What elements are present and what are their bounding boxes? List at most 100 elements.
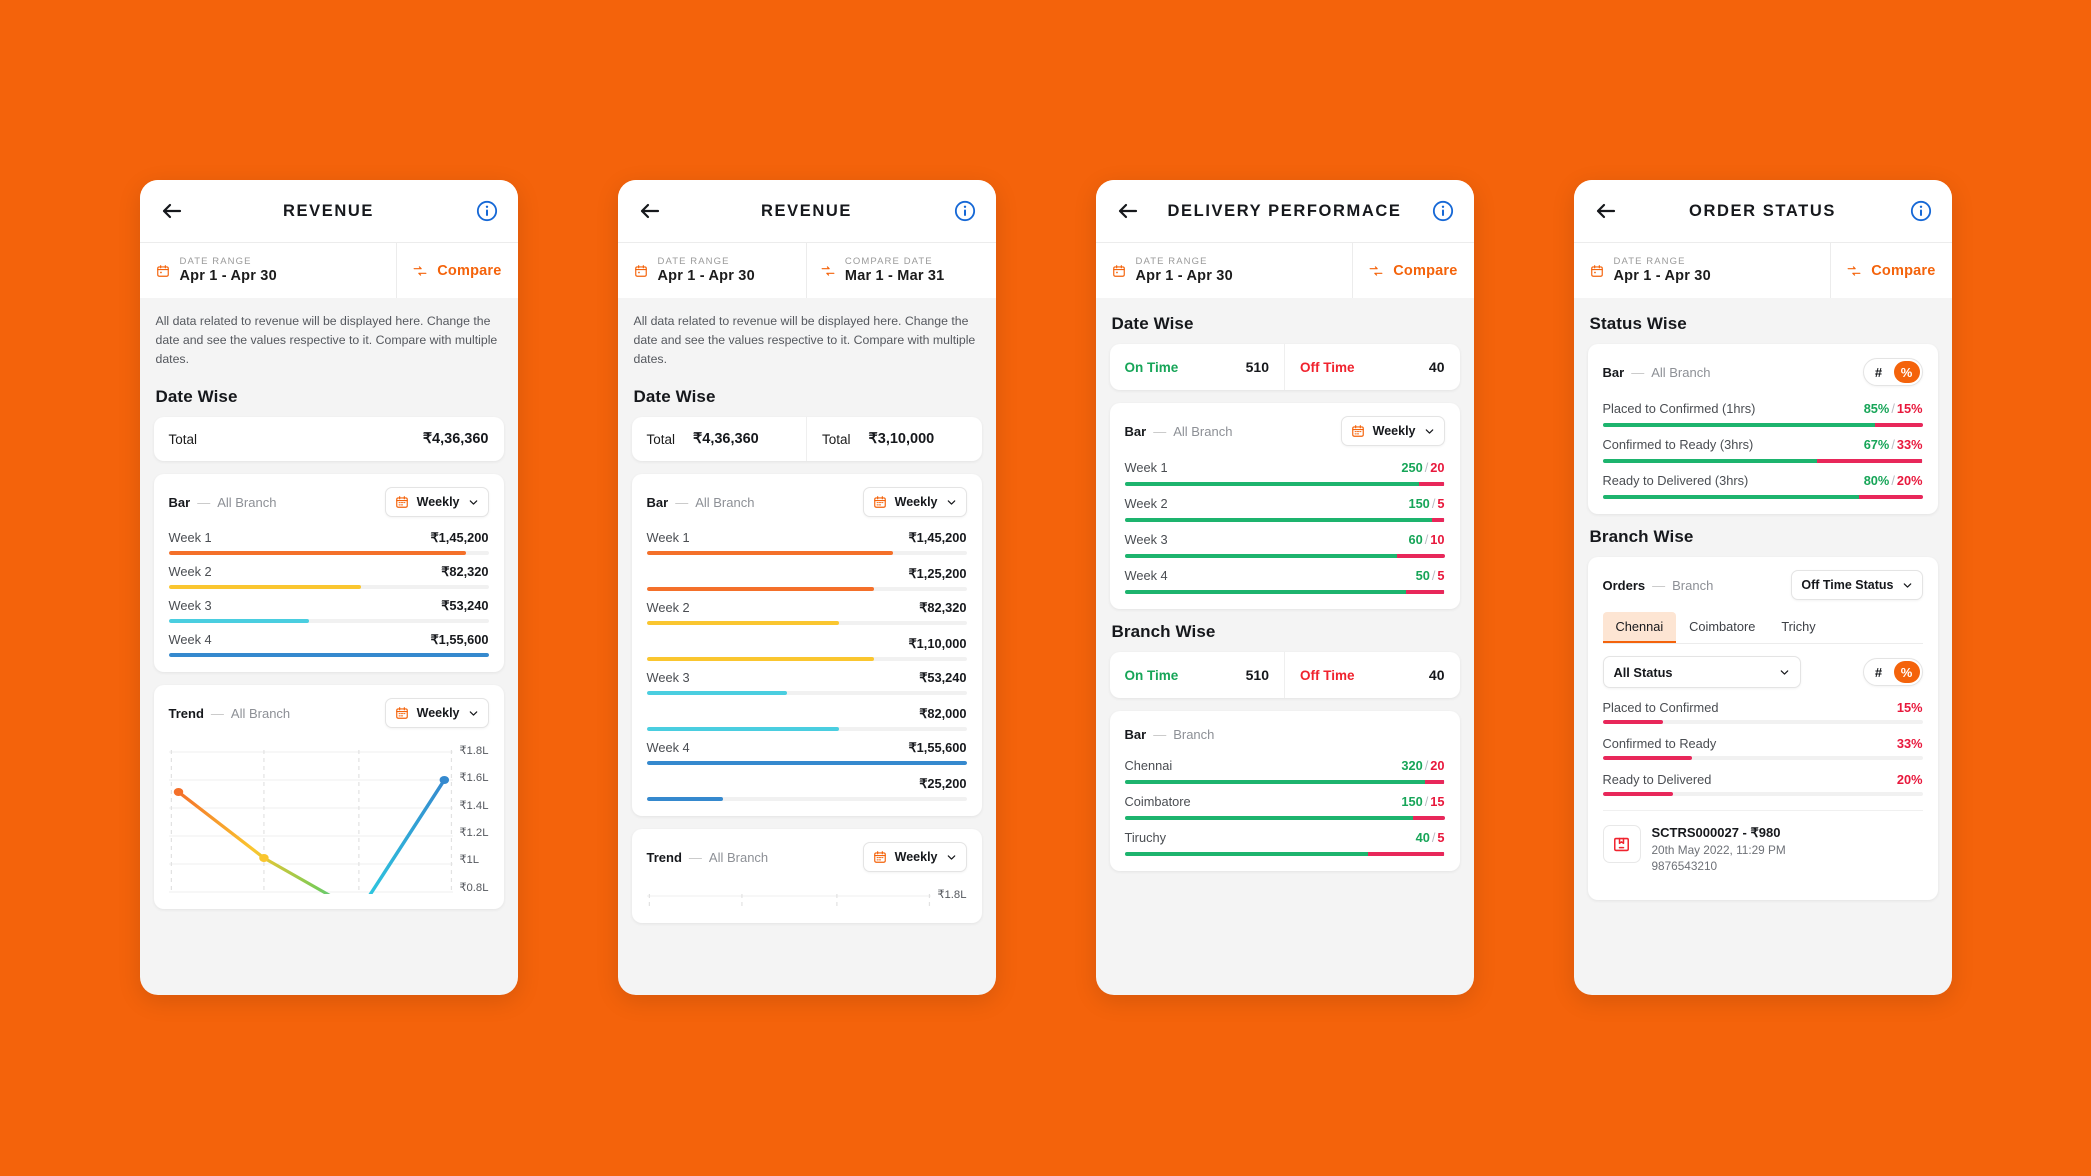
date-range-label: DATE RANGE <box>179 255 252 267</box>
bar-value: ₹1,45,200 <box>430 530 489 546</box>
bar-label: Chennai <box>1124 758 1173 773</box>
date-bar: DATE RANGE Apr 1 - Apr 30 Compare <box>1095 242 1474 298</box>
bar-row: Week 2 ₹82,320 <box>168 555 489 590</box>
info-icon[interactable] <box>1432 200 1454 222</box>
bar-track <box>1602 720 1923 724</box>
description-text: All data related to revenue will be disp… <box>155 314 498 367</box>
total-value: ₹4,36,360 <box>693 431 759 448</box>
toggle-percent-option[interactable]: % <box>1893 661 1920 683</box>
order-list-item[interactable]: SCTRS000027 - ₹980 20th May 2022, 11:29 … <box>1602 810 1923 885</box>
date-range-selector[interactable]: DATE RANGE Apr 1 - Apr 30 <box>1574 243 1831 298</box>
compare-button[interactable]: Compare <box>1830 243 1951 298</box>
on-time-fill <box>1124 554 1397 558</box>
off-time-value: 5 <box>1437 830 1445 845</box>
count-percent-toggle[interactable]: # % <box>1862 358 1923 386</box>
bar-card-scope: All Branch <box>217 494 277 510</box>
on-time-percent: 67% <box>1863 437 1890 452</box>
status-card-scope: All Branch <box>1651 364 1711 380</box>
tab-chennai[interactable]: Chennai <box>1602 612 1677 643</box>
date-range-selector[interactable]: DATE RANGE Apr 1 - Apr 30 <box>140 243 397 298</box>
section-title-date-wise: Date Wise <box>1111 314 1194 333</box>
bar-value: ₹82,320 <box>441 564 489 580</box>
off-time-fill <box>1396 554 1445 558</box>
off-time-fill <box>1816 459 1923 463</box>
off-time-value: 20 <box>1430 460 1445 475</box>
on-time-fill <box>1124 482 1419 486</box>
info-icon[interactable] <box>954 200 976 222</box>
toggle-hash-option[interactable]: # <box>1866 361 1892 383</box>
bar-card-title: Bar <box>1124 423 1147 439</box>
calendar-icon <box>1351 425 1364 437</box>
status-filter-dropdown[interactable]: Off Time Status <box>1791 570 1923 600</box>
calendar-icon <box>873 496 886 508</box>
value-separator: / <box>1891 401 1895 416</box>
bar-label: Week 4 <box>168 632 212 648</box>
branch-tabs: Chennai Coimbatore Trichy <box>1602 612 1923 644</box>
off-time-percent: 15% <box>1896 401 1923 416</box>
compare-arrows-icon <box>1369 265 1383 276</box>
compare-bar-value: ₹1,10,000 <box>908 636 967 652</box>
trend-plot-area <box>168 744 454 895</box>
on-time-value: 150 <box>1408 496 1430 511</box>
bar-row: Week 4 ₹1,55,600 ₹25,200 <box>646 731 967 802</box>
tab-coimbatore[interactable]: Coimbatore <box>1676 612 1768 643</box>
chevron-down-icon <box>1903 582 1911 588</box>
toggle-hash-option[interactable]: # <box>1866 661 1892 683</box>
section-title-branch-wise: Branch Wise <box>1589 527 1694 546</box>
period-dropdown[interactable]: Weekly <box>862 842 967 873</box>
compare-date-value: Mar 1 - Mar 31 <box>844 267 945 284</box>
toggle-percent-option[interactable]: % <box>1893 361 1920 383</box>
orders-card-scope: Branch <box>1672 577 1714 593</box>
bar-fill <box>168 653 489 658</box>
tab-trichy[interactable]: Trichy <box>1768 612 1828 643</box>
back-arrow-icon[interactable] <box>638 199 662 223</box>
back-arrow-icon[interactable] <box>160 199 184 223</box>
period-dropdown[interactable]: Weekly <box>862 487 967 518</box>
period-dropdown[interactable]: Weekly <box>1340 416 1445 446</box>
bar-track <box>168 585 489 590</box>
back-arrow-icon[interactable] <box>1116 199 1140 223</box>
compare-date-selector[interactable]: COMPARE DATE Mar 1 - Mar 31 <box>805 243 996 298</box>
branch-summary-card: On Time 510 Off Time 40 <box>1109 652 1460 698</box>
compare-bar-fill <box>646 797 724 802</box>
compare-button[interactable]: Compare <box>1352 243 1473 298</box>
total-label: Total <box>168 431 198 447</box>
page-title: REVENUE <box>761 201 852 220</box>
info-icon[interactable] <box>1910 200 1932 222</box>
bar-fill <box>168 551 467 556</box>
count-percent-toggle[interactable]: # % <box>1862 658 1923 686</box>
total-card: Total ₹4,36,360 <box>153 417 504 462</box>
total-card: Total ₹4,36,360 Total ₹3,10,000 <box>631 417 982 462</box>
bar-label: Coimbatore <box>1124 794 1191 809</box>
dash-separator: — <box>1652 577 1666 593</box>
bar-label: Tiruchy <box>1124 830 1166 845</box>
trend-chart-card: Trend — All Branch Weekly <box>153 685 504 910</box>
bar-label: Week 4 <box>1124 568 1168 583</box>
compare-button[interactable]: Compare <box>396 243 517 298</box>
off-time-fill <box>1418 482 1445 486</box>
date-bar: DATE RANGE Apr 1 - Apr 30 COMPARE DATE M… <box>617 242 996 298</box>
dash-separator: — <box>688 849 702 865</box>
bar-label: Week 3 <box>1124 532 1168 547</box>
all-status-select[interactable]: All Status <box>1602 656 1801 688</box>
calendar-icon <box>395 707 408 719</box>
chevron-down-icon <box>469 499 477 505</box>
bar-row: Week 2 150/5 <box>1124 486 1445 522</box>
off-time-fill <box>1412 816 1445 820</box>
info-icon[interactable] <box>476 200 498 222</box>
period-dropdown[interactable]: Weekly <box>384 698 489 729</box>
content-scroll[interactable]: Status Wise Bar — All Branch # % Placed … <box>1574 298 1952 995</box>
bar-track <box>646 761 967 766</box>
off-time-cell: Off Time 40 <box>1284 344 1460 390</box>
bar-track <box>1602 792 1923 796</box>
period-dropdown[interactable]: Weekly <box>384 487 489 518</box>
total-label: Total <box>822 431 851 447</box>
back-arrow-icon[interactable] <box>1594 199 1618 223</box>
bar-label: Placed to Confirmed (1hrs) <box>1602 401 1756 416</box>
content-scroll[interactable]: All data related to revenue will be disp… <box>618 298 996 995</box>
content-scroll[interactable]: All data related to revenue will be disp… <box>140 298 518 995</box>
date-range-selector[interactable]: DATE RANGE Apr 1 - Apr 30 <box>618 243 806 298</box>
compare-bar-row: ₹1,25,200 <box>646 566 967 592</box>
content-scroll[interactable]: Date Wise On Time 510 Off Time 40 Bar — … <box>1096 298 1474 995</box>
date-range-selector[interactable]: DATE RANGE Apr 1 - Apr 30 <box>1096 243 1353 298</box>
